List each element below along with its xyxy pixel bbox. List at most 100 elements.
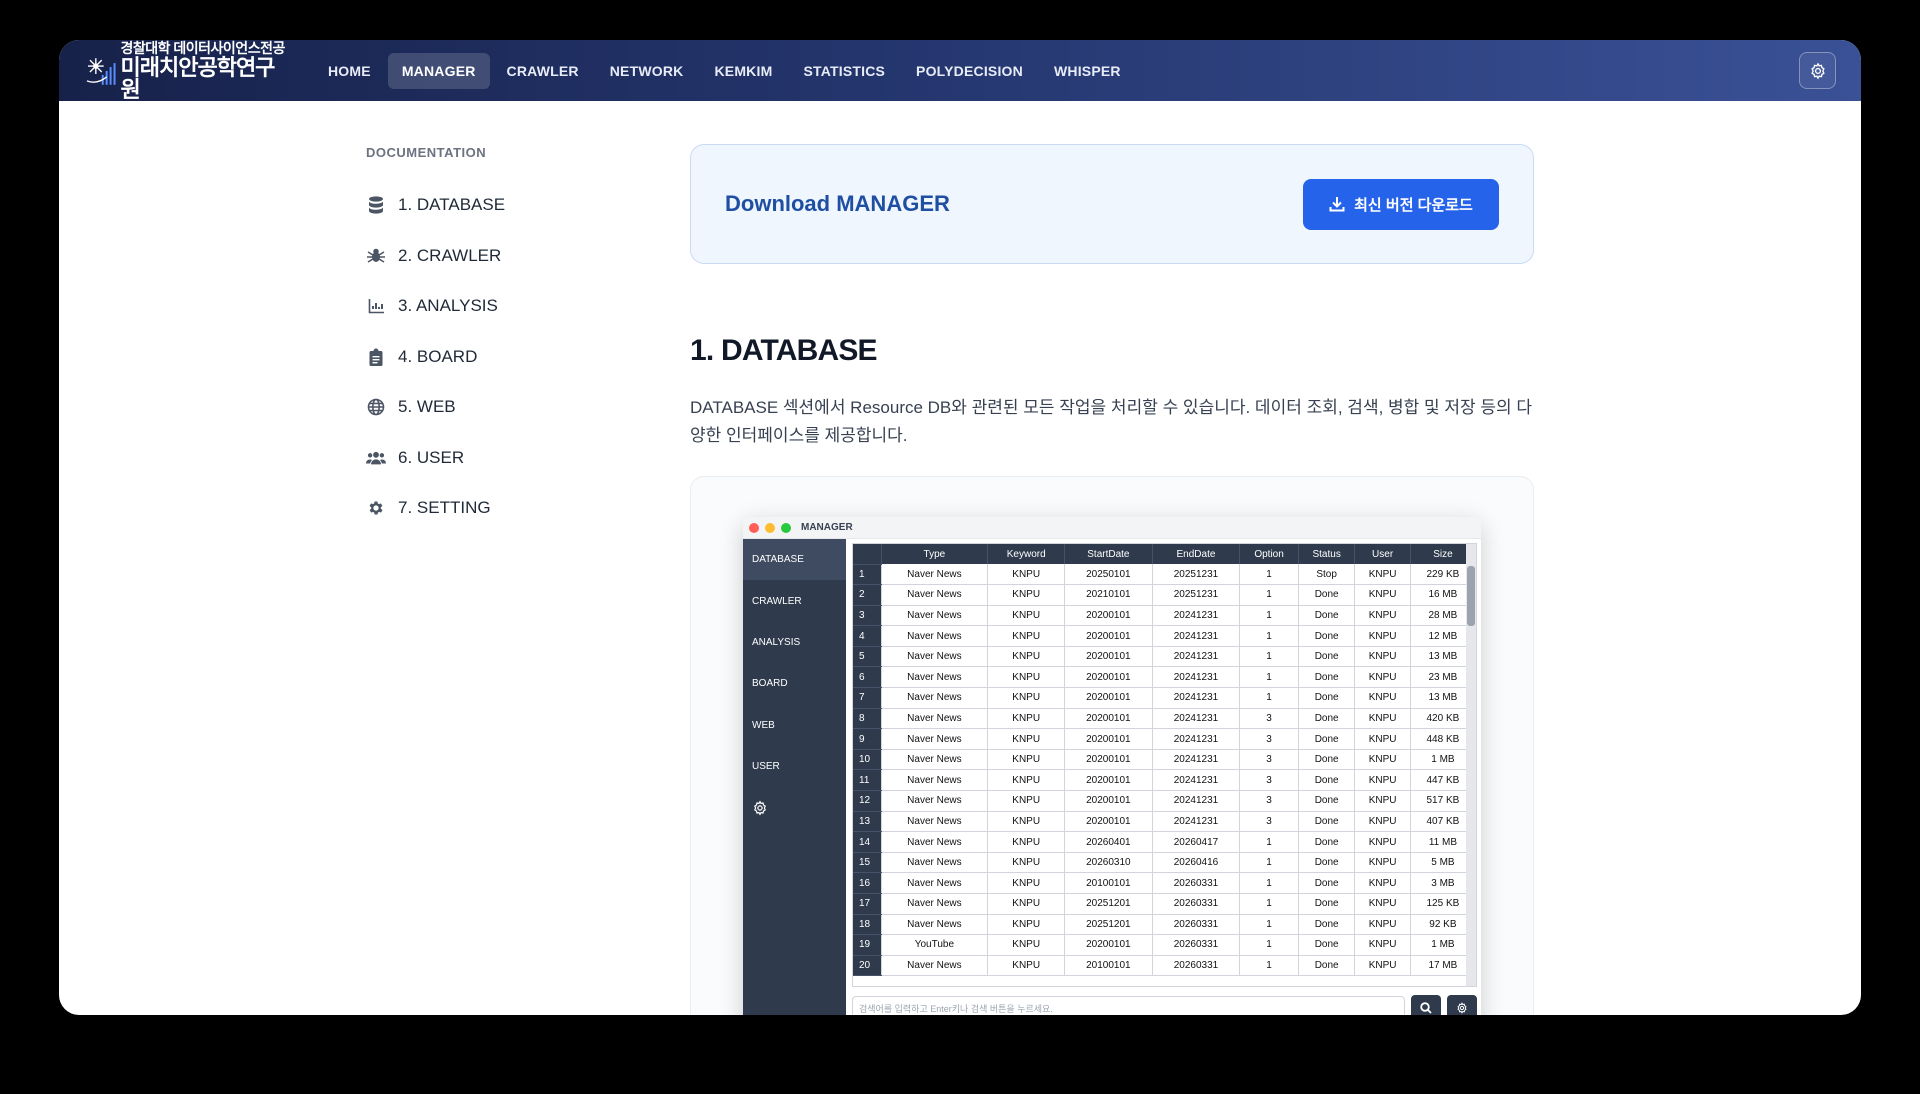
table-cell: Done — [1298, 934, 1356, 956]
table-cell: 20260416 — [1152, 852, 1241, 874]
sidebar-item-setting[interactable]: 7. SETTING — [366, 483, 626, 534]
table-header-cell[interactable]: Keyword — [987, 544, 1066, 564]
table-header-cell[interactable]: Status — [1298, 544, 1356, 564]
table-row[interactable]: 10 Naver News KNPU 20200101 20241231 3 Done KNP… — [853, 749, 1476, 771]
table-cell: 20241231 — [1152, 625, 1241, 647]
sidebar-item-crawler[interactable]: 2. CRAWLER — [366, 231, 626, 282]
table-cell: Naver News — [881, 893, 989, 915]
table-cell: Done — [1298, 584, 1356, 606]
table-cell: 20200101 — [1064, 728, 1153, 750]
table-row[interactable]: 4 Naver News KNPU 20200101 20241231 1 Done KNPU… — [853, 625, 1476, 647]
table-cell: KNPU — [1354, 790, 1411, 812]
table-row[interactable]: 18 Naver News KNPU 20251201 20260331 1 Done KNP… — [853, 914, 1476, 936]
nav-crawler[interactable]: CRAWLER — [493, 53, 593, 89]
table-row[interactable]: 12 Naver News KNPU 20200101 20241231 3 Done KNP… — [853, 790, 1476, 812]
table-row[interactable]: 1 Naver News KNPU 20250101 20251231 1 Stop KNPU… — [853, 564, 1476, 586]
table-cell: KNPU — [987, 769, 1066, 792]
sidebar-item-label: 5. WEB — [398, 397, 456, 417]
table-cell: Naver News — [881, 646, 989, 668]
globe-icon — [366, 397, 386, 417]
table-cell: 20251201 — [1064, 914, 1153, 936]
table-cell: 1 — [1239, 893, 1299, 915]
search-row: 검색어를 입력하고 Enter키나 검색 버튼을 누르세요. — [852, 995, 1477, 1015]
table-cell: KNPU — [1354, 605, 1411, 627]
nav-whisper[interactable]: WHISPER — [1040, 53, 1135, 89]
nav-manager[interactable]: MANAGER — [387, 52, 490, 89]
table-cell: Naver News — [881, 831, 989, 853]
table-row[interactable]: 17 Naver News KNPU 20251201 20260331 1 Done KNP… — [853, 893, 1476, 915]
section-title: 1. DATABASE — [690, 334, 878, 367]
table-cell: Done — [1298, 790, 1356, 812]
nav-polydecision[interactable]: POLYDECISION — [902, 53, 1037, 89]
table-header-cell[interactable]: EndDate — [1152, 544, 1241, 564]
table-row[interactable]: 7 Naver News KNPU 20200101 20241231 1 Done KNPU… — [853, 687, 1476, 709]
table-cell: 20200101 — [1064, 687, 1153, 709]
table-cell: KNPU — [987, 790, 1066, 812]
table-row-index: 13 — [853, 811, 882, 833]
table-cell: KNPU — [987, 687, 1066, 709]
sidebar-item-database[interactable]: 1. DATABASE — [366, 180, 626, 231]
table-row[interactable]: 5 Naver News KNPU 20200101 20241231 1 Done KNPU… — [853, 646, 1476, 668]
sidebar-item-analysis[interactable]: 3. ANALYSIS — [366, 281, 626, 332]
table-cell: KNPU — [1354, 934, 1411, 956]
table-cell: 20200101 — [1064, 666, 1153, 689]
nav-network[interactable]: NETWORK — [596, 53, 698, 89]
app-titlebar: MANAGER — [743, 517, 1481, 539]
table-cell: 20200101 — [1064, 646, 1153, 668]
table-row[interactable]: 15 Naver News KNPU 20260310 20260416 1 Done KNP… — [853, 852, 1476, 874]
table-cell: KNPU — [987, 605, 1066, 627]
nav-kemkim[interactable]: KEMKIM — [700, 53, 786, 89]
table-row[interactable]: 11 Naver News KNPU 20200101 20241231 3 Done KNP… — [853, 769, 1476, 792]
table-row[interactable]: 9 Naver News KNPU 20200101 20241231 3 Done KNPU… — [853, 728, 1476, 750]
sidebar-item-board[interactable]: 4. BOARD — [366, 332, 626, 383]
app-side-item: DATABASE — [743, 539, 846, 581]
table-cell: 20241231 — [1152, 605, 1241, 627]
sidebar-item-web[interactable]: 5. WEB — [366, 382, 626, 433]
table-row[interactable]: 19 YouTube KNPU 20200101 20260331 1 Done KNPU 1 … — [853, 934, 1476, 956]
settings-button[interactable] — [1799, 52, 1836, 89]
table-row[interactable]: 3 Naver News KNPU 20200101 20241231 1 Done KNPU… — [853, 605, 1476, 627]
table-header-cell[interactable]: StartDate — [1064, 544, 1153, 564]
table-row[interactable]: 16 Naver News KNPU 20100101 20260331 1 Done KNP… — [853, 872, 1476, 894]
table-scrollbar — [1466, 544, 1476, 986]
table-row[interactable]: 6 Naver News KNPU 20200101 20241231 1 Done KNPU… — [853, 666, 1476, 689]
table-row[interactable]: 14 Naver News KNPU 20260401 20260417 1 Done KNP… — [853, 831, 1476, 853]
table-cell: 1 — [1239, 955, 1299, 977]
table-cell: KNPU — [987, 625, 1066, 647]
table-row[interactable]: 8 Naver News KNPU 20200101 20241231 3 Done KNPU… — [853, 708, 1476, 730]
nav-home[interactable]: HOME — [314, 53, 385, 89]
table-cell: 1 — [1239, 605, 1299, 627]
download-button[interactable]: 최신 버전 다운로드 — [1303, 178, 1499, 230]
table-row-index: 15 — [853, 852, 882, 874]
table-cell: 20251231 — [1152, 564, 1241, 586]
table-cell: Naver News — [881, 605, 989, 627]
brand-logo-link[interactable]: 경찰대학 데이터사이언스전공 미래치안공학연구원 — [85, 41, 291, 101]
clipboard-icon — [366, 347, 386, 367]
app-settings-item — [743, 787, 846, 828]
table-cell: 20100101 — [1064, 955, 1153, 977]
browser-page: 경찰대학 데이터사이언스전공 미래치안공학연구원 HOME MANAGER CR… — [59, 40, 1861, 1015]
table-cell: Stop — [1298, 564, 1356, 586]
sidebar-item-label: 1. DATABASE — [398, 195, 506, 215]
docs-sidebar: DOCUMENTATION 1. DATABASE 2. CRAWLER 3. … — [366, 145, 626, 534]
table-cell: KNPU — [1354, 831, 1411, 853]
table-cell: Done — [1298, 708, 1356, 730]
table-header-cell[interactable]: User — [1354, 544, 1411, 564]
table-cell: 20260401 — [1064, 831, 1153, 853]
table-cell: 20260331 — [1152, 893, 1241, 915]
app-search-input: 검색어를 입력하고 Enter키나 검색 버튼을 누르세요. — [852, 996, 1405, 1015]
sidebar-item-label: 4. BOARD — [398, 346, 478, 366]
table-cell: KNPU — [987, 934, 1066, 956]
table-row[interactable]: 20 Naver News KNPU 20100101 20260331 1 Done KNP… — [853, 955, 1476, 977]
sidebar-item-user[interactable]: 6. USER — [366, 433, 626, 484]
nav-statistics[interactable]: STATISTICS — [789, 53, 899, 89]
table-row[interactable]: 13 Naver News KNPU 20200101 20241231 3 Done KNP… — [853, 811, 1476, 833]
brand-logo-icon — [86, 57, 116, 85]
table-header-cell[interactable]: Option — [1239, 544, 1299, 564]
table-header-cell[interactable]: Type — [881, 544, 989, 564]
app-search-button — [1411, 995, 1441, 1015]
table-row[interactable]: 2 Naver News KNPU 20210101 20251231 1 Done KNPU… — [853, 584, 1476, 606]
table-cell: 20210101 — [1064, 584, 1153, 606]
table-row-index: 8 — [853, 708, 882, 730]
gear-icon — [366, 498, 386, 518]
